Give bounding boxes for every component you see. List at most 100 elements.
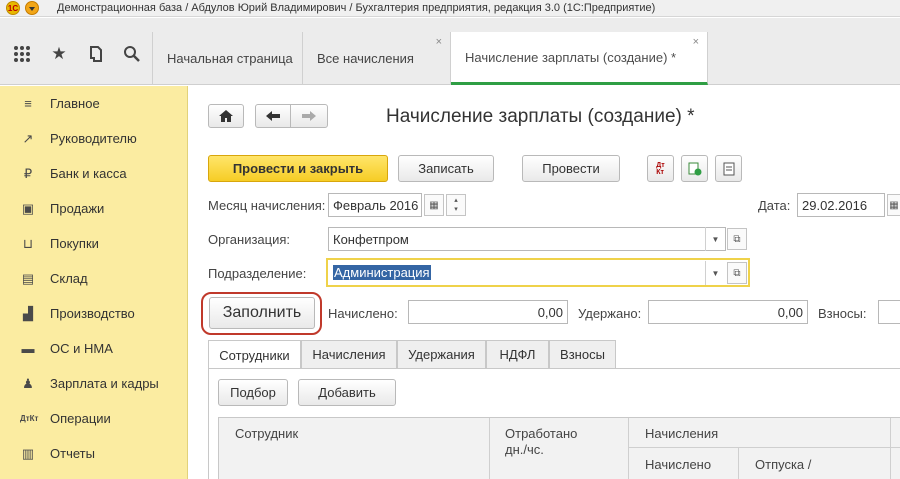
create-based-on-button[interactable] (681, 155, 708, 182)
add-button[interactable]: Добавить (298, 379, 396, 406)
chevron-down-icon[interactable]: ▾ (454, 205, 458, 214)
open-icon[interactable]: ⧉ (727, 262, 747, 284)
column-header-employee[interactable]: Сотрудник (235, 426, 298, 441)
debit-credit-icon: ДтКт (20, 414, 39, 423)
arrow-right-icon (302, 111, 316, 121)
page-title: Начисление зарплаты (создание) * (386, 106, 695, 127)
calendar-icon[interactable]: ▦ (887, 194, 900, 216)
sidebar-item-operations[interactable]: ДтКт Операции (0, 401, 188, 436)
calendar-icon[interactable]: ▦ (424, 194, 444, 216)
sidebar-item-label: Склад (50, 271, 88, 286)
app-logo-icon: 1С (6, 1, 20, 15)
date-field[interactable]: 29.02.2016 (797, 193, 885, 217)
window-title: Демонстрационная база / Абдулов Юрий Вла… (57, 2, 656, 14)
back-button[interactable] (255, 104, 291, 128)
tab-accruals[interactable]: Начисления (301, 340, 397, 368)
report-chart-icon: ▥ (21, 445, 35, 461)
row-divider (628, 447, 900, 448)
main-menu-icon[interactable] (25, 1, 39, 15)
section-toolbar: ★ Начальная страница Все начисления × На… (0, 18, 900, 85)
sidebar-item-manager[interactable]: ↗ Руководителю (0, 121, 188, 156)
column-divider (489, 418, 490, 479)
column-divider (738, 447, 739, 479)
sidebar-item-production[interactable]: ▟ Производство (0, 296, 188, 331)
close-icon[interactable]: × (436, 36, 442, 48)
select-button[interactable]: Подбор (218, 379, 288, 406)
employees-table-header: Сотрудник Отработано дн./чс. Начисления … (218, 417, 900, 479)
window-title-bar: 1С Демонстрационная база / Абдулов Юрий … (0, 0, 900, 17)
tab-employees[interactable]: Сотрудники (208, 340, 301, 369)
sidebar-item-main[interactable]: ≡ Главное (0, 86, 188, 121)
warehouse-icon: ▤ (21, 270, 35, 286)
column-header-vacation[interactable]: Отпуска / (755, 457, 811, 472)
post-button[interactable]: Провести (522, 155, 620, 182)
fill-button[interactable]: Заполнить (209, 297, 315, 329)
sidebar-item-purchases[interactable]: ⊔ Покупки (0, 226, 188, 261)
tab-all-accruals[interactable]: Все начисления × (303, 32, 451, 85)
tab-label: Все начисления (317, 51, 414, 66)
withheld-label: Удержано: (578, 306, 642, 321)
column-header-worked-unit: дн./чс. (505, 442, 544, 457)
forward-button[interactable] (290, 104, 328, 128)
create-based-icon (688, 162, 701, 175)
tab-label: Начальная страница (167, 51, 293, 66)
tab-payroll-creation[interactable]: Начисление зарплаты (создание) * × (451, 32, 708, 85)
sidebar-item-label: Банк и касса (50, 166, 127, 181)
sidebar-item-salary-hr[interactable]: ♟ Зарплата и кадры (0, 366, 188, 401)
arrow-left-icon (266, 111, 280, 121)
debit-credit-report-button[interactable]: Дт Кт (647, 155, 674, 182)
sidebar-item-label: Продажи (50, 201, 105, 216)
tab-ndfl[interactable]: НДФЛ (486, 340, 549, 368)
print-button[interactable] (715, 155, 742, 182)
month-stepper[interactable]: ▴ ▾ (446, 194, 466, 216)
post-and-close-button[interactable]: Провести и закрыть (208, 155, 388, 182)
sidebar-item-fixed-assets[interactable]: ▬ ОС и НМА (0, 331, 188, 366)
organization-value: Конфетпром (333, 231, 409, 247)
column-header-worked[interactable]: Отработано (505, 426, 577, 441)
sidebar-item-reports[interactable]: ▥ Отчеты (0, 436, 188, 471)
chevron-up-icon[interactable]: ▴ (454, 196, 458, 205)
column-header-accrued[interactable]: Начислено (645, 457, 711, 472)
sidebar-item-label: ОС и НМА (50, 341, 113, 356)
sections-grid-icon[interactable] (12, 44, 32, 64)
department-value: Администрация (333, 265, 431, 280)
sidebar-item-label: Отчеты (50, 446, 95, 461)
trend-chart-icon: ↗ (22, 130, 34, 146)
document-icon (723, 162, 734, 175)
save-button[interactable]: Записать (398, 155, 494, 182)
favorites-star-icon[interactable]: ★ (49, 44, 69, 64)
tab-label: Начисление зарплаты (создание) * (465, 49, 677, 65)
date-label: Дата: (758, 198, 791, 213)
department-label: Подразделение: (208, 266, 307, 281)
sidebar-item-label: Операции (50, 411, 111, 426)
debit-credit-icon: ДтКт (656, 161, 665, 176)
history-icon[interactable] (86, 44, 106, 64)
tab-withholdings[interactable]: Удержания (397, 340, 486, 368)
chevron-down-icon[interactable]: ▼ (705, 227, 725, 251)
sidebar-item-bank[interactable]: ₽ Банк и касса (0, 156, 188, 191)
bag-icon: ▣ (21, 200, 35, 216)
tab-home-page[interactable]: Начальная страница (152, 32, 303, 85)
sections-sidebar: ≡ Главное ↗ Руководителю ₽ Банк и касса … (0, 86, 188, 479)
sidebar-item-label: Руководителю (50, 131, 137, 146)
truck-icon: ▬ (21, 341, 35, 356)
sidebar-item-warehouse[interactable]: ▤ Склад (0, 261, 188, 296)
month-label: Месяц начисления: (208, 198, 326, 213)
person-icon: ♟ (22, 375, 34, 391)
column-divider (890, 418, 891, 479)
sidebar-item-sales[interactable]: ▣ Продажи (0, 191, 188, 226)
chevron-down-icon[interactable]: ▼ (705, 261, 725, 285)
home-button[interactable] (208, 104, 244, 128)
search-icon[interactable] (122, 44, 142, 64)
month-field[interactable]: Февраль 2016 (328, 193, 422, 217)
tab-contributions[interactable]: Взносы (549, 340, 616, 368)
accrued-field: 0,00 (408, 300, 568, 324)
organization-field[interactable]: Конфетпром (328, 227, 726, 251)
sidebar-item-label: Главное (50, 96, 100, 111)
open-icon[interactable]: ⧉ (727, 228, 747, 250)
department-field[interactable]: Администрация (326, 258, 750, 287)
withheld-field: 0,00 (648, 300, 808, 324)
sidebar-item-label: Производство (50, 306, 135, 321)
close-icon[interactable]: × (693, 36, 699, 48)
accrued-label: Начислено: (328, 306, 398, 321)
